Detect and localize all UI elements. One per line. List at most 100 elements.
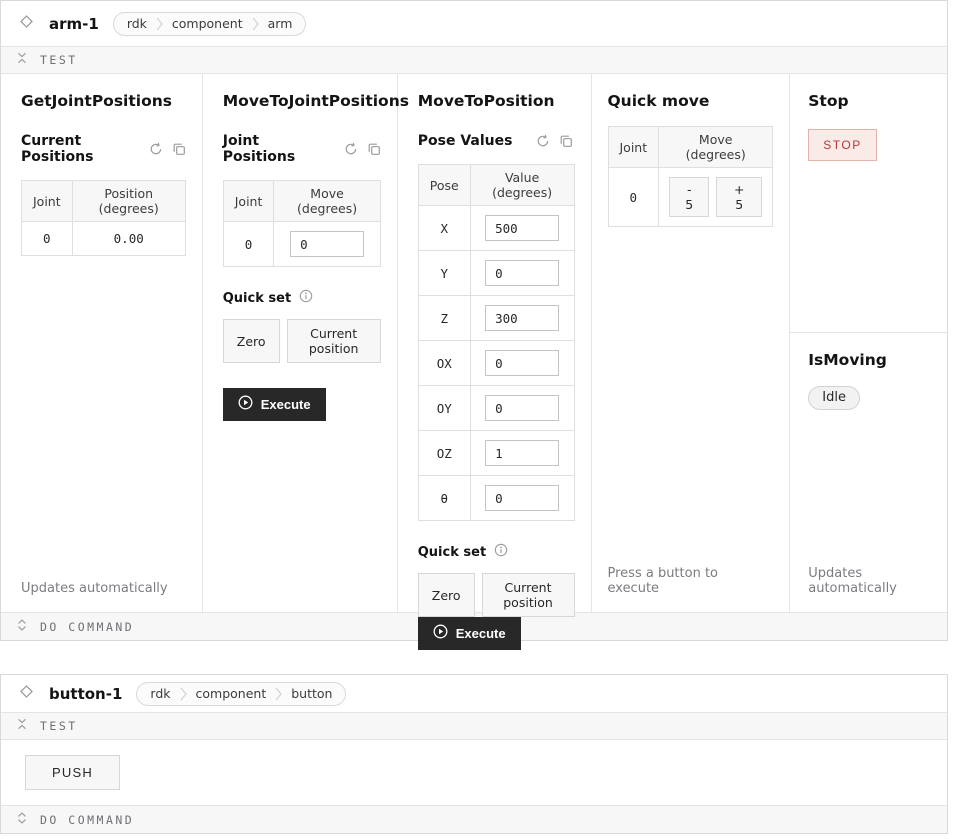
zero-button[interactable]: Zero bbox=[223, 319, 280, 363]
column-header: Joint bbox=[22, 181, 73, 222]
table-row: OZ bbox=[418, 431, 574, 476]
pose-label: OZ bbox=[418, 431, 470, 476]
pose-label: OX bbox=[418, 341, 470, 386]
do-command-section-bar[interactable]: DO COMMAND bbox=[1, 805, 947, 833]
current-position-button[interactable]: Current position bbox=[482, 573, 575, 617]
copy-icon[interactable] bbox=[172, 142, 186, 156]
pose-y-input[interactable] bbox=[485, 260, 559, 286]
copy-icon[interactable] bbox=[559, 134, 573, 148]
table-row: 0 0.00 bbox=[22, 222, 186, 256]
table-row: 0 - 5 + 5 bbox=[608, 168, 773, 227]
pose-ox-input[interactable] bbox=[485, 350, 559, 376]
zero-button[interactable]: Zero bbox=[418, 573, 475, 617]
current-positions-table: Joint Position (degrees) 0 0.00 bbox=[21, 180, 186, 256]
joint-move-input[interactable] bbox=[290, 231, 364, 257]
button-test-panel: PUSH bbox=[1, 740, 947, 805]
stop-button[interactable]: STOP bbox=[808, 129, 876, 161]
chevron-right-icon bbox=[275, 687, 282, 701]
column-header: Move (degrees) bbox=[659, 127, 773, 168]
column-header: Pose bbox=[418, 165, 470, 206]
pose-theta-input[interactable] bbox=[485, 485, 559, 511]
button-card-header: button-1 rdk component button bbox=[1, 675, 947, 712]
refresh-icon[interactable] bbox=[149, 142, 163, 156]
joint-position-value: 0.00 bbox=[72, 222, 185, 256]
get-joint-positions-panel: GetJointPositions Current Positions Join… bbox=[1, 74, 203, 612]
pose-label: Y bbox=[418, 251, 470, 296]
breadcrumb-item: arm bbox=[268, 16, 293, 31]
panel-title: Quick move bbox=[608, 92, 710, 110]
breadcrumb-item: rdk bbox=[150, 686, 170, 701]
table-row: OX bbox=[418, 341, 574, 386]
quick-move-panel: Quick move Joint Move (degrees) 0 - 5 bbox=[592, 74, 791, 612]
pose-label: OY bbox=[418, 386, 470, 431]
panel-title: IsMoving bbox=[808, 351, 887, 369]
panel-title: MoveToPosition bbox=[418, 92, 555, 110]
arm-card-header: arm-1 rdk component arm bbox=[1, 1, 947, 46]
pose-label: X bbox=[418, 206, 470, 251]
pose-label: Z bbox=[418, 296, 470, 341]
table-row: Z bbox=[418, 296, 574, 341]
breadcrumb-item: rdk bbox=[127, 16, 147, 31]
column-header: Position (degrees) bbox=[72, 181, 185, 222]
column-header: Joint bbox=[223, 181, 274, 222]
button-component-card: button-1 rdk component button TEST PUSH … bbox=[0, 674, 948, 834]
test-section-bar[interactable]: TEST bbox=[1, 712, 947, 740]
pose-oz-input[interactable] bbox=[485, 440, 559, 466]
pose-x-input[interactable] bbox=[485, 215, 559, 241]
diamond-icon bbox=[18, 683, 35, 704]
play-icon bbox=[238, 395, 253, 413]
quick-move-hint: Press a button to execute bbox=[608, 566, 774, 596]
panel-title: Stop bbox=[808, 92, 848, 110]
move-plus-5-button[interactable]: + 5 bbox=[716, 177, 762, 217]
current-position-button[interactable]: Current position bbox=[287, 319, 381, 363]
joint-index: 0 bbox=[608, 168, 659, 227]
push-button[interactable]: PUSH bbox=[25, 755, 120, 790]
collapse-icon[interactable] bbox=[16, 52, 28, 68]
execute-button[interactable]: Execute bbox=[223, 388, 326, 421]
expand-icon[interactable] bbox=[16, 619, 28, 635]
breadcrumb-item: component bbox=[172, 16, 243, 31]
chevron-right-icon bbox=[252, 17, 259, 31]
breadcrumb-item: button bbox=[291, 686, 332, 701]
info-icon[interactable] bbox=[299, 289, 313, 307]
expand-icon[interactable] bbox=[16, 812, 28, 828]
table-title: Pose Values bbox=[418, 133, 513, 149]
stop-ismoving-panel: Stop STOP IsMoving Idle Updates automati… bbox=[790, 74, 947, 612]
column-header: Value (degrees) bbox=[470, 165, 574, 206]
info-icon[interactable] bbox=[494, 543, 508, 561]
table-title: Current Positions bbox=[21, 133, 125, 165]
table-row: θ bbox=[418, 476, 574, 521]
test-section-label: TEST bbox=[40, 719, 78, 733]
moving-status-badge: Idle bbox=[808, 386, 860, 410]
test-section-bar[interactable]: TEST bbox=[1, 46, 947, 74]
panel-title: MoveToJointPositions bbox=[223, 92, 409, 110]
component-name: arm-1 bbox=[49, 15, 99, 33]
table-row: OY bbox=[418, 386, 574, 431]
test-section-label: TEST bbox=[40, 53, 78, 67]
quick-set-label: Quick set bbox=[223, 291, 291, 306]
column-header: Move (degrees) bbox=[274, 181, 380, 222]
table-title: Joint Positions bbox=[223, 133, 320, 165]
auto-update-note: Updates automatically bbox=[808, 566, 931, 596]
is-moving-section: IsMoving Idle Updates automatically bbox=[790, 333, 947, 612]
execute-button[interactable]: Execute bbox=[418, 617, 521, 650]
do-command-section-label: DO COMMAND bbox=[40, 813, 134, 827]
diamond-icon bbox=[18, 13, 35, 34]
refresh-icon[interactable] bbox=[344, 142, 358, 156]
joint-index: 0 bbox=[22, 222, 73, 256]
do-command-section-label: DO COMMAND bbox=[40, 620, 134, 634]
component-name: button-1 bbox=[49, 685, 122, 703]
panel-title: GetJointPositions bbox=[21, 92, 172, 110]
move-to-position-panel: MoveToPosition Pose Values Pose Value (d… bbox=[398, 74, 592, 612]
pose-z-input[interactable] bbox=[485, 305, 559, 331]
pose-oy-input[interactable] bbox=[485, 395, 559, 421]
refresh-icon[interactable] bbox=[536, 134, 550, 148]
auto-update-note: Updates automatically bbox=[21, 581, 168, 596]
quick-set-label: Quick set bbox=[418, 545, 486, 560]
chevron-right-icon bbox=[180, 687, 187, 701]
table-row: Y bbox=[418, 251, 574, 296]
collapse-icon[interactable] bbox=[16, 718, 28, 734]
copy-icon[interactable] bbox=[367, 142, 381, 156]
move-minus-5-button[interactable]: - 5 bbox=[669, 177, 709, 217]
pose-values-table: Pose Value (degrees) X Y Z bbox=[418, 164, 575, 521]
